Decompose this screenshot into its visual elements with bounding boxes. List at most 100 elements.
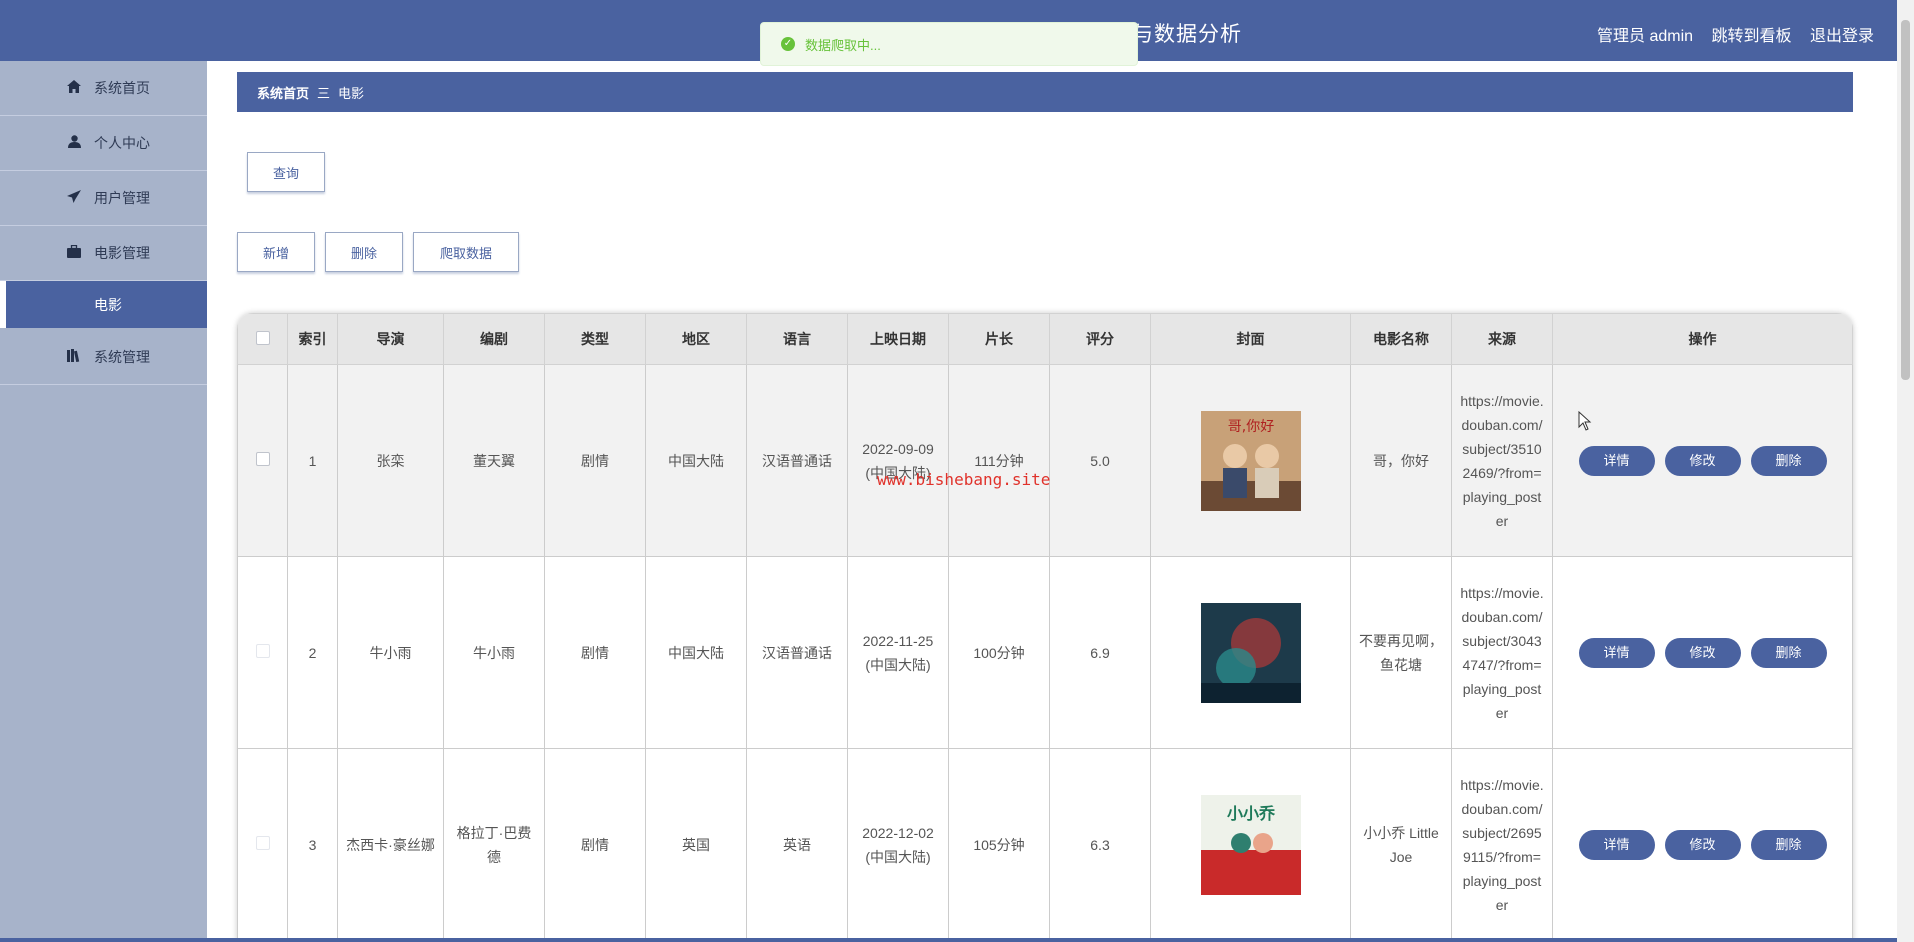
column-header: 语言: [746, 313, 848, 365]
sidebar-item-home[interactable]: 系统首页: [0, 61, 207, 116]
column-header: 导演: [337, 313, 444, 365]
column-header: 类型: [544, 313, 646, 365]
cell-director: 张栾: [337, 364, 444, 557]
delete-button[interactable]: 删除: [1750, 829, 1827, 860]
column-header: 操作: [1552, 313, 1853, 365]
user-label: 管理员 admin: [1597, 28, 1694, 45]
poster-title: 哥,你好: [1227, 419, 1273, 435]
cell-duration: 111分钟: [948, 364, 1050, 557]
breadcrumb: 系统首页 三 电影: [237, 72, 1853, 112]
briefcase-icon: [66, 244, 82, 261]
mouse-cursor-icon: [1578, 411, 1592, 431]
cell-region: 中国大陆: [645, 556, 747, 749]
detail-button[interactable]: 详情: [1578, 829, 1655, 860]
sidebar-item-movie[interactable]: 电影: [0, 281, 207, 328]
query-button[interactable]: 查询: [247, 152, 325, 192]
cell-director: 牛小雨: [337, 556, 444, 749]
delete-button[interactable]: 删除: [1750, 445, 1827, 476]
cell-release-date: 2022-09-09(中国大陆): [847, 364, 949, 557]
detail-button[interactable]: 详情: [1578, 637, 1655, 668]
column-header: 电影名称: [1350, 313, 1452, 365]
sidebar-item-system[interactable]: 系统管理: [0, 330, 207, 385]
crawl-toast: ✓ 数据爬取中...: [760, 22, 1138, 66]
cell-index: 3: [287, 748, 338, 941]
row-checkbox[interactable]: [255, 644, 270, 658]
cell-language: 汉语普通话: [746, 556, 848, 749]
column-header: 地区: [645, 313, 747, 365]
cell-duration: 105分钟: [948, 748, 1050, 941]
edit-button[interactable]: 修改: [1664, 637, 1741, 668]
cell-writer: 格拉丁·巴费德: [443, 748, 545, 941]
movie-poster: 小小乔: [1200, 794, 1301, 895]
add-button[interactable]: 新增: [237, 232, 315, 272]
watermark: www.bishebang.site: [877, 470, 1051, 489]
row-checkbox[interactable]: [255, 452, 270, 466]
edit-button[interactable]: 修改: [1664, 445, 1741, 476]
cell-score: 5.0: [1049, 364, 1151, 557]
breadcrumb-current: 电影: [338, 85, 365, 101]
batch-delete-button[interactable]: 删除: [325, 232, 403, 272]
column-header: 索引: [287, 313, 338, 365]
bottom-bar: [0, 938, 1897, 942]
sidebar-item-profile[interactable]: 个人中心: [0, 116, 207, 171]
detail-button[interactable]: 详情: [1578, 445, 1655, 476]
row-checkbox[interactable]: [255, 836, 270, 850]
check-circle-icon: ✓: [781, 37, 795, 51]
delete-button[interactable]: 删除: [1750, 637, 1827, 668]
cell-score: 6.3: [1049, 748, 1151, 941]
movie-poster: [1200, 602, 1301, 703]
cell-source: https://movie.douban.com/subject/3043474…: [1451, 556, 1553, 749]
cell-release-date: 2022-11-25(中国大陆): [847, 556, 949, 749]
table-row: 1 张栾 董天翼 剧情 中国大陆 汉语普通话 2022-09-09(中国大陆) …: [237, 364, 1853, 557]
column-header: 片长: [948, 313, 1050, 365]
cell-source: https://movie.douban.com/subject/3510246…: [1451, 364, 1553, 557]
select-all-header: [237, 313, 288, 365]
movie-poster: 哥,你好: [1200, 410, 1301, 511]
cell-genre: 剧情: [544, 364, 646, 557]
cell-title: 不要再见啊，鱼花塘: [1350, 556, 1452, 749]
dashboard-link[interactable]: 跳转到看板: [1712, 28, 1792, 45]
table-row: 3 杰西卡·豪丝娜 格拉丁·巴费德 剧情 英国 英语 2022-12-02(中国…: [237, 748, 1853, 941]
sidebar-item-users[interactable]: 用户管理: [0, 171, 207, 226]
sidebar: 系统首页 个人中心 用户管理 电影管理 电影 系统管理: [0, 61, 207, 942]
logout-link[interactable]: 退出登录: [1810, 28, 1874, 45]
cell-region: 中国大陆: [645, 364, 747, 557]
header-actions: 管理员 admin 跳转到看板 退出登录: [1583, 22, 1874, 46]
table-row: 2 牛小雨 牛小雨 剧情 中国大陆 汉语普通话 2022-11-25(中国大陆)…: [237, 556, 1853, 749]
scrollbar-thumb[interactable]: [1901, 20, 1910, 380]
cell-region: 英国: [645, 748, 747, 941]
column-header: 评分: [1049, 313, 1151, 365]
home-icon: [66, 80, 82, 96]
edit-button[interactable]: 修改: [1664, 829, 1741, 860]
toast-message: 数据爬取中...: [805, 37, 881, 53]
cell-title: 小小乔 Little Joe: [1350, 748, 1452, 941]
cell-writer: 董天翼: [443, 364, 545, 557]
breadcrumb-separator: 三: [317, 85, 331, 101]
cell-duration: 100分钟: [948, 556, 1050, 749]
cell-genre: 剧情: [544, 748, 646, 941]
column-header: 上映日期: [847, 313, 949, 365]
cell-release-date: 2022-12-02(中国大陆): [847, 748, 949, 941]
paper-plane-icon: [66, 190, 82, 206]
breadcrumb-home[interactable]: 系统首页: [257, 83, 309, 102]
user-icon: [66, 135, 82, 151]
page-scrollbar[interactable]: [1897, 0, 1914, 942]
column-header: 封面: [1150, 313, 1351, 365]
cell-title: 哥，你好: [1350, 364, 1452, 557]
cell-index: 1: [287, 364, 338, 557]
movie-table: 索引 导演 编剧 类型 地区 语言 上映日期 片长 评分 封面 电影名称 来源 …: [237, 313, 1853, 942]
column-header: 来源: [1451, 313, 1553, 365]
cell-director: 杰西卡·豪丝娜: [337, 748, 444, 941]
poster-title: 小小乔: [1226, 804, 1275, 823]
column-header: 编剧: [443, 313, 545, 365]
sidebar-item-movie-management[interactable]: 电影管理: [0, 226, 207, 281]
cell-index: 2: [287, 556, 338, 749]
book-icon: [66, 349, 82, 365]
cell-score: 6.9: [1049, 556, 1151, 749]
select-all-checkbox[interactable]: [255, 330, 270, 345]
crawl-data-button[interactable]: 爬取数据: [413, 232, 519, 272]
cell-genre: 剧情: [544, 556, 646, 749]
cell-source: https://movie.douban.com/subject/2695911…: [1451, 748, 1553, 941]
cell-language: 汉语普通话: [746, 364, 848, 557]
cell-language: 英语: [746, 748, 848, 941]
